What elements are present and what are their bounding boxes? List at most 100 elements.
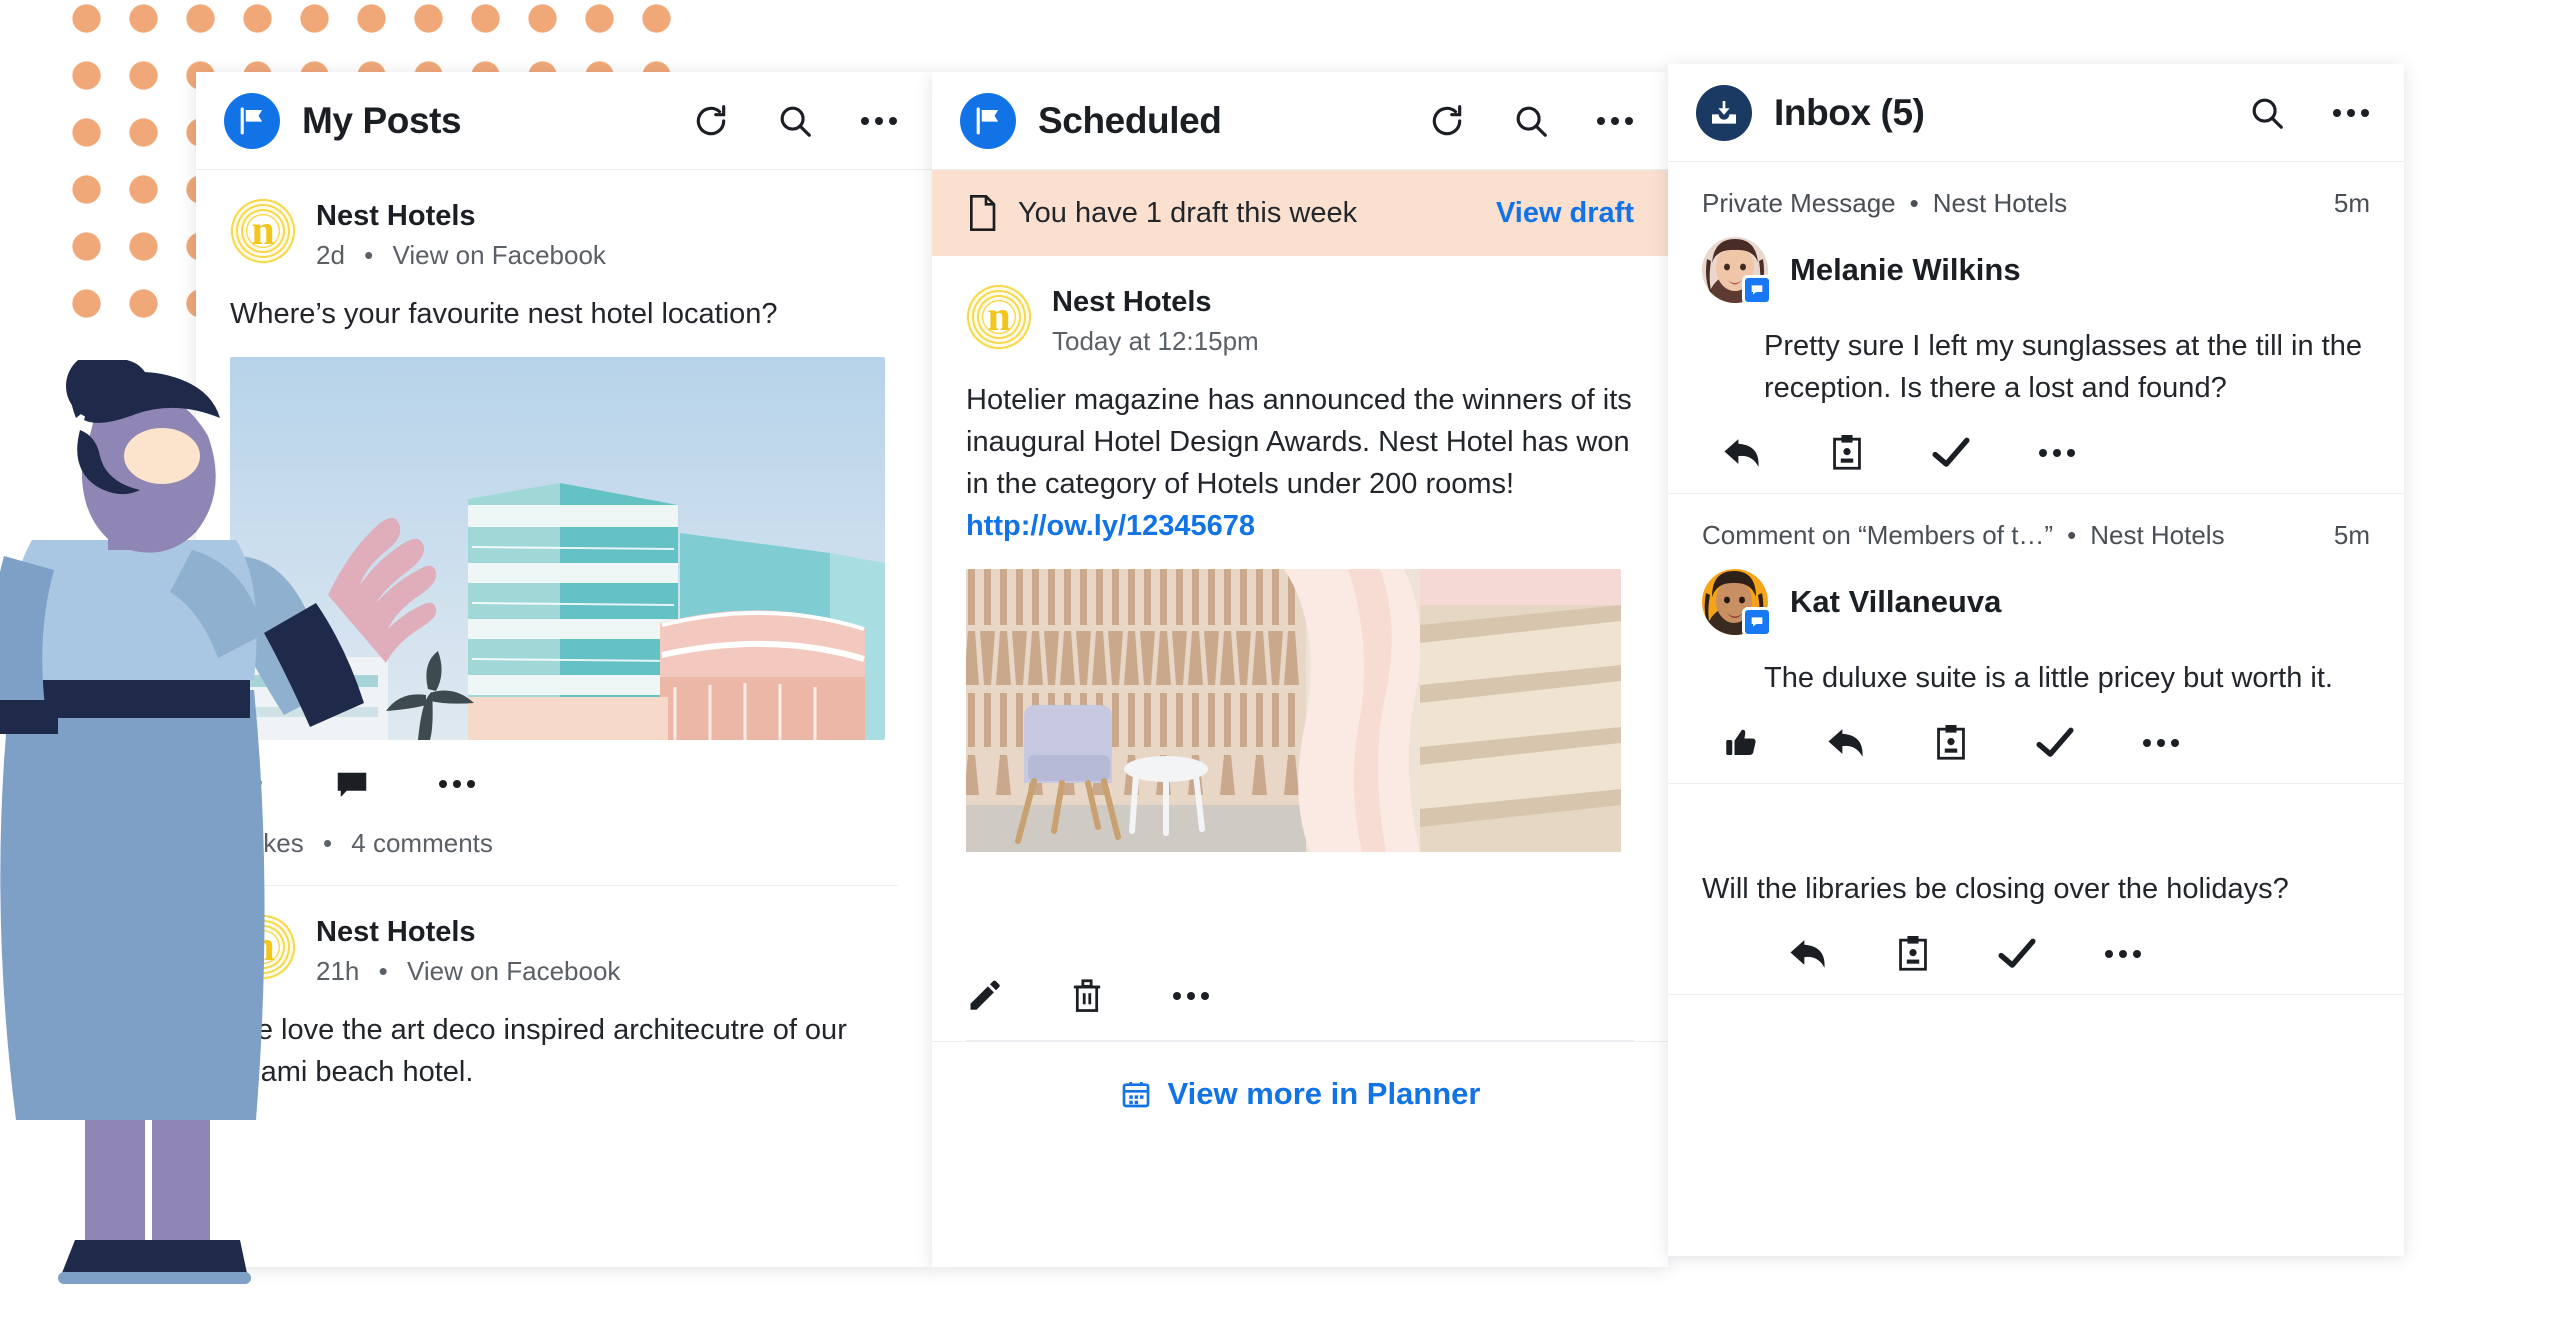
dashboard-streams: My Posts n Nest Hotels 2d • View on Face…: [196, 64, 2404, 1267]
post-body: Where’s your favourite nest hotel locati…: [230, 298, 778, 330]
planner-footer: View more in Planner: [932, 1041, 1668, 1145]
miami-art-deco-hotel-photo[interactable]: [230, 357, 885, 741]
message-type: Comment on “Members of t…”: [1702, 520, 2054, 551]
message-sender: Melanie Wilkins: [1702, 237, 2370, 305]
post-meta: Nest Hotels 2d • View on Facebook: [316, 198, 606, 271]
message-body: Pretty sure I left my sunglasses at the …: [1764, 330, 2362, 405]
avatar: [230, 198, 296, 264]
refresh-icon[interactable]: [1428, 102, 1466, 140]
draft-banner: You have 1 draft this week View draft: [932, 170, 1668, 256]
separator-dot: •: [322, 828, 333, 859]
post-body-text: Hotelier magazine has announced the winn…: [966, 384, 1632, 501]
assign-icon[interactable]: [1830, 435, 1864, 471]
inbox-header: Inbox (5): [1668, 64, 2404, 162]
comment-icon[interactable]: [334, 766, 370, 802]
flag-icon: [224, 92, 280, 149]
calendar-icon: [1120, 1078, 1152, 1110]
scheduled-time: Today at 12:15pm: [1052, 326, 1259, 356]
more-icon[interactable]: [2142, 737, 2180, 749]
separator-dot: •: [364, 240, 374, 270]
inbox-message[interactable]: Private Message • Nest Hotels 5m Melanie…: [1668, 162, 2404, 495]
inbox-message[interactable]: Will the libraries be closing over the h…: [1668, 784, 2404, 996]
page-title: Inbox (5): [1774, 91, 1925, 133]
more-icon[interactable]: [2332, 107, 2370, 119]
message-sender: Kat Villaneuva: [1702, 569, 2370, 638]
reply-icon[interactable]: [1790, 937, 1828, 971]
post-author: Nest Hotels: [1052, 286, 1212, 318]
refresh-icon[interactable]: [692, 102, 730, 140]
resolve-icon[interactable]: [1932, 437, 1970, 469]
view-on-facebook-link[interactable]: View on Facebook: [407, 956, 620, 986]
separator-dot: •: [2067, 520, 2077, 551]
message-body: Will the libraries be closing over the h…: [1702, 873, 2289, 906]
reply-icon[interactable]: [1828, 726, 1866, 760]
message-time: 5m: [2333, 520, 2370, 551]
delete-icon[interactable]: [1070, 978, 1104, 1014]
inbox-message[interactable]: Comment on “Members of t…” • Nest Hotels…: [1668, 494, 2404, 785]
page-title: Scheduled: [1038, 99, 1222, 141]
comments-count: 4 comments: [351, 828, 493, 859]
document-icon: [966, 194, 998, 232]
post-card[interactable]: Nest Hotels 2d • View on Facebook Where’…: [196, 170, 932, 887]
resolve-icon[interactable]: [1998, 938, 2036, 970]
view-draft-link[interactable]: View draft: [1496, 197, 1634, 230]
message-body: The duluxe suite is a little pricey but …: [1764, 662, 2333, 695]
post-header: Nest Hotels 21h • View on Facebook: [230, 914, 898, 987]
scheduled-header-actions: [1428, 102, 1634, 140]
post-stats: 2 likes • 4 comments: [230, 828, 898, 859]
inbox-message-meta: Private Message • Nest Hotels 5m: [1702, 188, 2370, 219]
melanie-wilkins-avatar: [1702, 237, 1772, 305]
scheduled-post-actions: [966, 978, 1634, 1014]
stream-inbox: Inbox (5) Private Message • Nest Hotels …: [1668, 64, 2404, 1256]
edit-icon[interactable]: [966, 978, 1002, 1014]
more-icon[interactable]: [1596, 115, 1634, 127]
kat-villaneuva-avatar: [1702, 569, 1772, 638]
post-time: 2d: [316, 240, 345, 270]
scheduled-post-card[interactable]: Nest Hotels Today at 12:15pm Hotelier ma…: [932, 256, 1668, 1042]
more-icon[interactable]: [2038, 447, 2076, 459]
reply-icon[interactable]: [1724, 436, 1762, 470]
assign-icon[interactable]: [1934, 725, 1968, 761]
facebook-badge-icon: [1742, 607, 1772, 638]
post-header: Nest Hotels Today at 12:15pm: [966, 284, 1634, 357]
post-author: Nest Hotels: [316, 916, 476, 949]
post-body: We love the art deco inspired architecut…: [230, 1014, 847, 1089]
post-link[interactable]: http://ow.ly/12345678: [966, 510, 1255, 542]
more-icon[interactable]: [2104, 948, 2142, 960]
stream-my-posts: My Posts n Nest Hotels 2d • View on Face…: [196, 72, 932, 1267]
inbox-header-actions: [2248, 94, 2370, 132]
my-posts-header: My Posts: [196, 72, 932, 170]
search-icon[interactable]: [1512, 102, 1550, 140]
message-account: Nest Hotels: [1932, 188, 2068, 218]
hotel-lobby-chair-photo[interactable]: [966, 569, 1621, 952]
search-icon[interactable]: [2248, 94, 2286, 132]
more-icon[interactable]: [860, 115, 898, 127]
like-icon[interactable]: [1724, 725, 1760, 761]
separator-dot: •: [378, 956, 388, 987]
inbox-message-meta: Comment on “Members of t…” • Nest Hotels…: [1702, 520, 2370, 551]
message-actions: [1724, 725, 2370, 761]
separator-dot: •: [1909, 188, 1919, 218]
more-icon[interactable]: [1172, 990, 1210, 1002]
post-meta: Nest Hotels 21h • View on Facebook: [316, 914, 620, 987]
assign-icon[interactable]: [1896, 936, 1930, 972]
message-account: Nest Hotels: [2090, 520, 2225, 551]
view-on-facebook-link[interactable]: View on Facebook: [393, 240, 606, 270]
post-author: Nest Hotels: [316, 200, 476, 232]
sender-name: Kat Villaneuva: [1790, 584, 2002, 620]
page-title: My Posts: [302, 99, 462, 141]
view-more-in-planner-link[interactable]: View more in Planner: [1168, 1076, 1481, 1112]
post-meta: Nest Hotels Today at 12:15pm: [1052, 284, 1259, 357]
resolve-icon[interactable]: [2036, 727, 2074, 759]
draft-banner-text: You have 1 draft this week: [1018, 196, 1358, 229]
avatar: [966, 284, 1032, 350]
inbox-icon: [1696, 84, 1752, 141]
message-actions: [1790, 936, 2370, 972]
post-card[interactable]: Nest Hotels 21h • View on Facebook We lo…: [196, 886, 932, 1093]
facebook-badge-icon: [1742, 275, 1772, 305]
search-icon[interactable]: [776, 102, 814, 140]
post-subline: 2d • View on Facebook: [316, 240, 606, 271]
post-subline: 21h • View on Facebook: [316, 956, 620, 987]
message-time: 5m: [2333, 188, 2370, 218]
more-icon[interactable]: [438, 778, 476, 790]
